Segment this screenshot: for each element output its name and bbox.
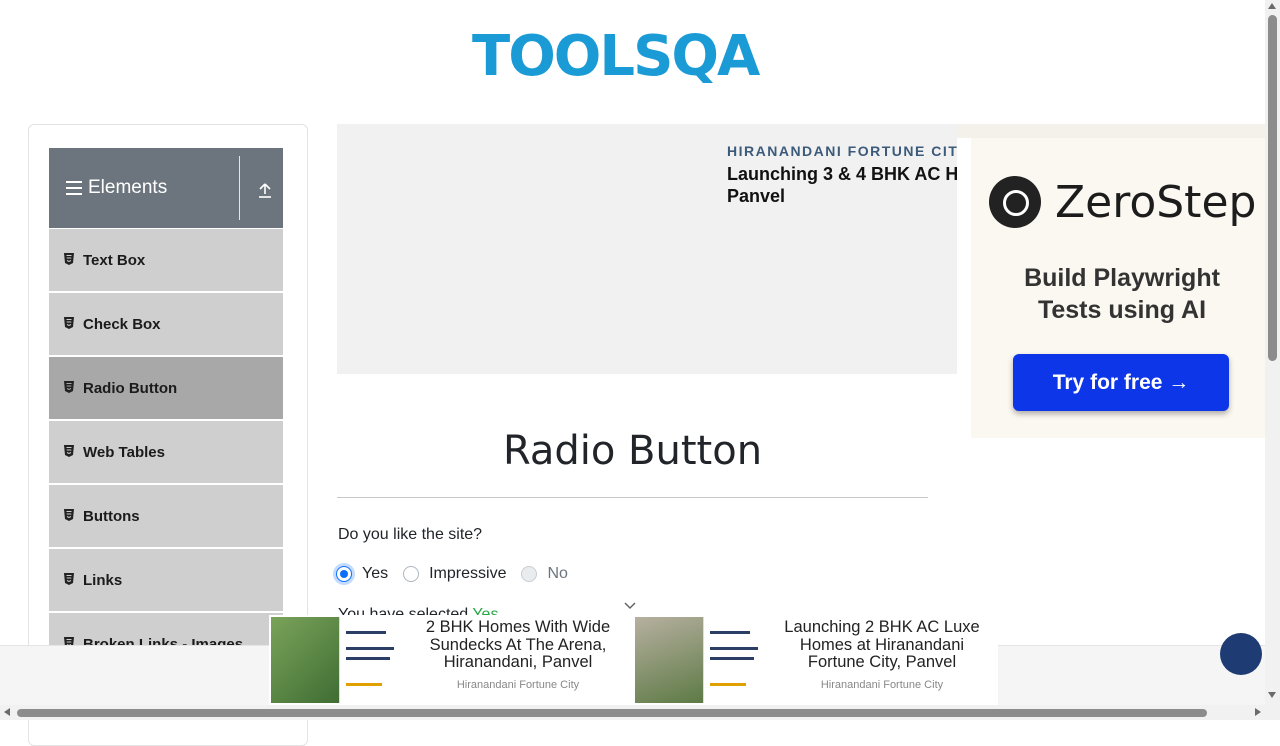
zerostep-icon [989, 176, 1041, 228]
ad-strip [957, 124, 1265, 138]
chevron-down-icon[interactable] [624, 602, 636, 610]
sidebar-item-buttons[interactable]: Buttons [49, 484, 283, 548]
scroll-right-arrow[interactable] [1255, 708, 1261, 716]
html5-icon [64, 381, 74, 393]
scroll-thumb[interactable] [17, 709, 1207, 717]
site-logo[interactable]: TOOLSQA [472, 14, 802, 94]
ad-brand-text: ZeroStep [1055, 176, 1257, 228]
top-ad-banner[interactable]: HIRANANDANI FORTUNE CITY Launching 3 & 4… [337, 124, 957, 374]
scroll-thumb[interactable] [1268, 15, 1277, 361]
question-text: Do you like the site? [338, 526, 483, 543]
html5-icon [64, 317, 74, 329]
radio-no [521, 566, 538, 582]
radio-group: Yes Impressive No [336, 565, 583, 583]
ad-text: 2 BHK Homes With Wide Sundecks At The Ar… [425, 618, 611, 671]
ad-tagline: Build Playwright Tests using AI [1024, 264, 1220, 324]
sidebar-item-label: Web Tables [83, 444, 165, 461]
bottom-ad-1[interactable]: 2 BHK Homes With Wide Sundecks At The Ar… [269, 615, 634, 705]
sidebar-item-web-tables[interactable]: Web Tables [49, 420, 283, 484]
sidebar-item-links[interactable]: Links [49, 548, 283, 612]
radio-impressive-label[interactable]: Impressive [429, 565, 506, 583]
radio-impressive[interactable] [403, 566, 420, 582]
horizontal-scrollbar[interactable] [0, 705, 1265, 720]
ad-panel: ZeroStep Build Playwright Tests using AI… [971, 138, 1265, 438]
sidebar-item-label: Radio Button [83, 380, 178, 397]
sidebar-item-radio-button[interactable]: Radio Button [49, 356, 283, 420]
html5-icon [64, 573, 74, 585]
divider [239, 156, 240, 220]
title-divider [337, 497, 928, 498]
sidebar-group-elements[interactable]: Elements [49, 148, 283, 228]
ad-source: Hiranandani Fortune City [820, 679, 944, 691]
radio-yes[interactable] [336, 566, 352, 582]
bottom-ad-2[interactable]: Launching 2 BHK AC Luxe Homes at Hiranan… [633, 615, 998, 705]
sidebar-item-label: Buttons [83, 508, 140, 525]
sidebar-menu: Text Box Check Box Radio Button Web Tabl… [49, 228, 283, 676]
try-for-free-button[interactable]: Try for free → [1013, 354, 1229, 411]
sidebar-item-label: Check Box [83, 316, 161, 333]
sidebar-group-title: Elements [88, 177, 168, 198]
vertical-scrollbar[interactable] [1265, 0, 1280, 720]
scroll-left-arrow[interactable] [4, 708, 10, 716]
hamburger-icon [66, 181, 82, 195]
page-title: Radio Button [502, 428, 763, 474]
logo-text: TOOLSQA [472, 24, 760, 89]
html5-icon [64, 253, 74, 265]
upload-icon[interactable] [257, 182, 273, 198]
sidebar-item-label: Links [83, 572, 123, 589]
ad-text: Launching 2 BHK AC Luxe Homes at Hiranan… [784, 618, 980, 671]
sidebar-item-label: Text Box [83, 252, 146, 269]
right-ad[interactable]: ZeroStep Build Playwright Tests using AI… [957, 124, 1265, 644]
ad-source: Hiranandani Fortune City [456, 679, 580, 691]
zerostep-logo: ZeroStep [989, 176, 1256, 228]
sidebar-item-check-box[interactable]: Check Box [49, 292, 283, 356]
ad-headline: Launching 3 & 4 BHK AC H Panvel [727, 164, 957, 206]
floating-action-button[interactable] [1220, 633, 1262, 675]
ad-image [635, 617, 766, 703]
sidebar-item-text-box[interactable]: Text Box [49, 228, 283, 292]
scroll-up-arrow[interactable] [1268, 3, 1276, 9]
ad-brand: HIRANANDANI FORTUNE CITY [727, 143, 957, 159]
html5-icon [64, 445, 74, 457]
html5-icon [64, 509, 74, 521]
ad-image [271, 617, 402, 703]
radio-no-label: No [547, 565, 568, 582]
scroll-down-arrow[interactable] [1268, 692, 1276, 698]
radio-yes-label[interactable]: Yes [362, 565, 388, 583]
